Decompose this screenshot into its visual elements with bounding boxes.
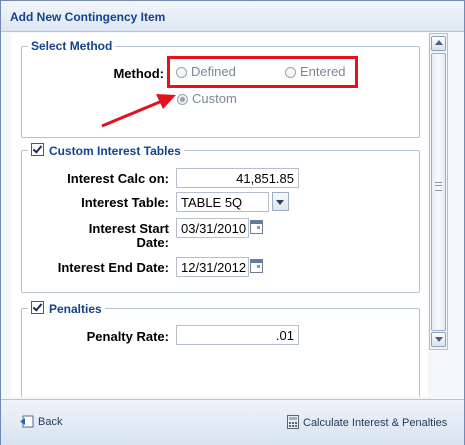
interest-table-dropdown-button[interactable] [272,192,289,211]
calculator-icon [287,415,299,429]
interest-calc-input[interactable]: 41,851.85 [176,168,299,188]
interest-end-label: Interest End Date: [57,260,169,275]
chevron-up-icon [435,40,443,45]
interest-legend-wrap: Custom Interest Tables [28,143,184,158]
calendar-icon[interactable] [250,220,263,234]
vertical-scrollbar[interactable] [429,33,448,350]
calculate-label: Calculate Interest & Penalties [303,417,448,429]
interest-table-label: Interest Table: [81,195,169,210]
select-method-group: Select Method [21,39,420,138]
back-label: Back [38,416,63,428]
interest-checkbox[interactable] [31,143,44,156]
penalty-rate-input[interactable]: .01 [176,325,299,345]
scroll-down-button[interactable] [431,332,446,347]
scroll-thumb[interactable] [431,53,446,331]
interest-start-label-1: Interest Start [88,221,169,236]
select-method-legend: Select Method [31,39,113,53]
back-icon [20,415,34,428]
scroll-up-button[interactable] [431,36,446,51]
calendar-icon[interactable] [250,259,263,273]
interest-legend: Custom Interest Tables [49,144,181,158]
penalties-legend-wrap: Penalties [28,301,105,316]
method-label: Method: [113,66,164,81]
title-bar: Add New Contingency Item [1,1,464,32]
window-title: Add New Contingency Item [10,10,166,24]
footer-toolbar: Back Calculate Interest & Penalties [1,399,464,445]
calculate-button[interactable]: Calculate Interest & Penalties [287,415,447,429]
chevron-down-icon [435,337,443,342]
highlight-box [167,56,358,88]
radio-custom-label: Custom [192,91,237,106]
interest-calc-label: Interest Calc on: [67,171,169,186]
back-button[interactable]: Back [19,415,62,428]
annotation-arrow-icon [101,94,176,128]
penalties-group: Penalties [21,301,420,397]
grip-icon [435,182,442,191]
penalties-legend: Penalties [49,302,102,316]
interest-end-date-input[interactable]: 12/31/2012 [176,257,249,277]
interest-start-label-2: Date: [136,235,169,250]
interest-start-date-input[interactable]: 03/31/2010 [176,218,249,238]
penalty-rate-label: Penalty Rate: [86,329,169,344]
penalties-checkbox[interactable] [31,301,44,314]
interest-table-select[interactable]: TABLE 5Q [176,192,269,212]
